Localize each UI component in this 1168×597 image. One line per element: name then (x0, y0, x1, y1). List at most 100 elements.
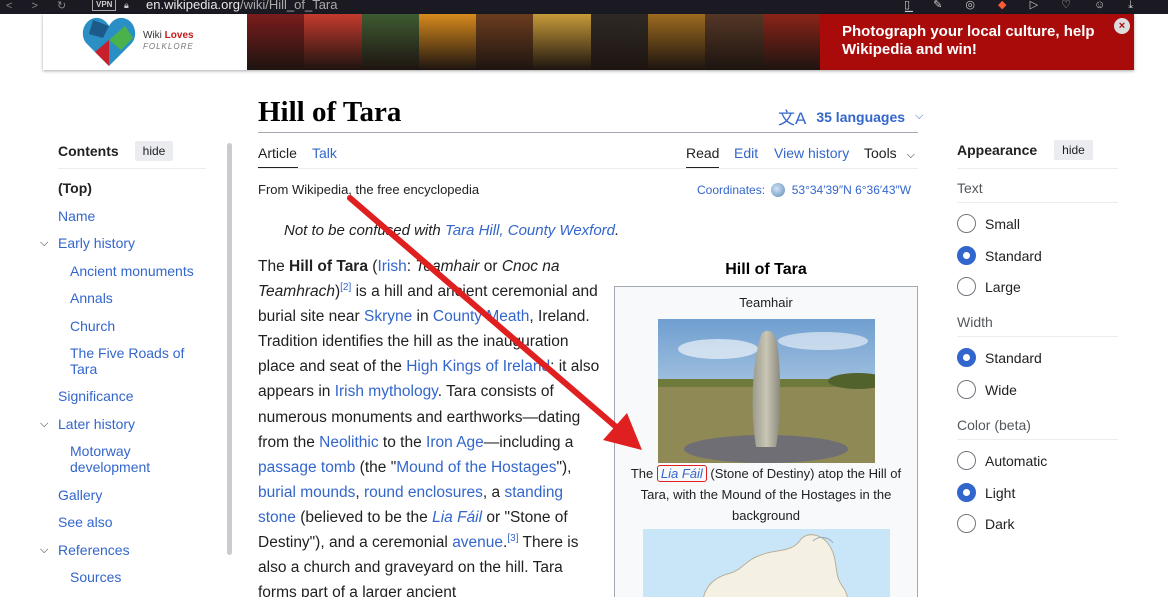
width-divider (957, 336, 1118, 337)
link-high-kings[interactable]: High Kings of Ireland (406, 358, 550, 375)
link-avenue[interactable]: avenue (452, 534, 503, 551)
appearance-title: Appearance (957, 142, 1038, 158)
toc-item-gallery[interactable]: Gallery (58, 487, 102, 503)
chevron-down-icon[interactable]: ⌵ (40, 235, 48, 251)
radio-width-standard[interactable]: Standard (957, 348, 1042, 367)
browser-nav-buttons[interactable]: < > ↻ (6, 0, 74, 12)
radio-text-small[interactable]: Small (957, 214, 1020, 233)
radio-color-light[interactable]: Light (957, 483, 1015, 502)
link-skryne[interactable]: Skryne (364, 308, 412, 325)
tab-read[interactable]: Read (686, 145, 719, 161)
banner-cta-text: Photograph your local culture, help Wiki… (842, 23, 1095, 58)
caption-prefix: The (630, 466, 657, 481)
toc-item-church[interactable]: Church (70, 318, 115, 334)
toc-item-name[interactable]: Name (58, 208, 95, 224)
toc-item-significance[interactable]: Significance (58, 388, 134, 404)
logo-wiki-text: Wiki (143, 30, 165, 41)
link-irish[interactable]: Irish (377, 258, 406, 275)
hatnote-text: Not to be confused with (284, 222, 445, 239)
banner-photo (247, 14, 305, 70)
url-domain: en.wikipedia.org (146, 0, 240, 12)
toc-item-references[interactable]: ⌵ References (40, 542, 130, 558)
vpn-badge[interactable]: VPN (92, 0, 117, 11)
hatnote-link[interactable]: Tara Hill, County Wexford (445, 222, 615, 239)
globe-icon[interactable] (771, 183, 786, 197)
radio-color-automatic[interactable]: Automatic (957, 451, 1047, 470)
radio-label: Large (985, 278, 1021, 295)
infobox-subtitle: Teamhair (739, 295, 793, 310)
appearance-divider (957, 168, 1118, 169)
toc-item-motorway-cont[interactable]: development (70, 459, 150, 475)
address-bar[interactable]: en.wikipedia.org/wiki/Hill_of_Tara (146, 0, 338, 12)
link-neolithic[interactable]: Neolithic (319, 434, 378, 451)
radio-button[interactable] (957, 451, 976, 470)
toc-item-sources[interactable]: Sources (70, 569, 121, 585)
toc-item-annals[interactable]: Annals (70, 290, 113, 306)
banner-cta[interactable]: Photograph your local culture, help Wiki… (820, 14, 1134, 70)
banner-photo (418, 14, 477, 70)
tools-menu[interactable]: Tools ⌵ (864, 145, 915, 162)
citation-3[interactable]: [3] (507, 533, 518, 544)
radio-button[interactable] (957, 514, 976, 533)
link-round-enclosures[interactable]: round enclosures (364, 484, 483, 501)
radio-color-dark[interactable]: Dark (957, 514, 1015, 533)
radio-text-large[interactable]: Large (957, 277, 1021, 296)
coordinates[interactable]: Coordinates: 53°34′39″N 6°36′43″W (697, 183, 911, 197)
lia-fail-photo[interactable] (658, 319, 875, 463)
radio-button-selected[interactable] (957, 246, 976, 265)
wiki-loves-folklore-logo: Wiki Loves FOLKLORE (43, 14, 247, 70)
link-mound-hostages[interactable]: Mound of the Hostages (396, 459, 556, 476)
chevron-down-icon[interactable]: ⌵ (40, 416, 48, 432)
radio-button[interactable] (957, 380, 976, 399)
banner-photo (304, 14, 362, 70)
toc-item-early-history[interactable]: ⌵ Early history (40, 235, 135, 251)
toc-item-label: References (58, 542, 130, 558)
radio-label: Dark (985, 515, 1015, 532)
language-button[interactable]: 文A 35 languages ⌵ (778, 104, 923, 129)
radio-button-selected[interactable] (957, 483, 976, 502)
toc-item-later-history[interactable]: ⌵ Later history (40, 416, 135, 432)
tabs-divider (258, 168, 918, 169)
lia-fail-link[interactable]: Lia Fáil (656, 465, 707, 482)
text-size-label: Text (957, 180, 983, 196)
campaign-banner[interactable]: Wiki Loves FOLKLORE Photograph your loca… (43, 14, 1134, 70)
link-passage-tomb[interactable]: passage tomb (258, 459, 355, 476)
infobox: Teamhair The Lia Fáil (Stone of Destiny)… (614, 286, 918, 597)
banner-photo-strip[interactable] (247, 14, 820, 70)
appearance-hide-button[interactable]: hide (1054, 140, 1093, 160)
toc-item-ancient-monuments[interactable]: Ancient monuments (70, 263, 194, 279)
banner-photo (533, 14, 591, 70)
toc-item-motorway[interactable]: Motorway (70, 443, 131, 459)
link-burial-mounds[interactable]: burial mounds (258, 484, 355, 501)
toc-scrollbar[interactable] (227, 143, 232, 555)
link-irish-mythology[interactable]: Irish mythology (335, 383, 438, 400)
radio-width-wide[interactable]: Wide (957, 380, 1017, 399)
radio-text-standard[interactable]: Standard (957, 246, 1042, 265)
location-map[interactable] (643, 529, 890, 597)
toc-item-top[interactable]: (Top) (58, 180, 92, 196)
link-iron-age[interactable]: Iron Age (426, 434, 484, 451)
lock-icon[interactable]: 🔒︎ (124, 0, 129, 11)
close-icon[interactable]: × (1114, 18, 1130, 34)
chevron-down-icon[interactable]: ⌵ (40, 542, 48, 558)
tab-view-history[interactable]: View history (774, 145, 849, 161)
tab-article[interactable]: Article (258, 145, 297, 161)
radio-button-selected[interactable] (957, 348, 976, 367)
shield-icon[interactable]: ◆ (998, 0, 1016, 11)
toc-item-five-roads[interactable]: The Five Roads of (70, 345, 184, 361)
banner-photo (648, 14, 706, 70)
hatnote: Not to be confused with Tara Hill, Count… (284, 222, 619, 239)
coordinates-value[interactable]: 53°34′39″N 6°36′43″W (792, 183, 911, 197)
tab-edit[interactable]: Edit (734, 145, 758, 161)
citation-2[interactable]: [2] (340, 282, 351, 293)
toc-item-five-roads-cont[interactable]: Tara (70, 361, 97, 377)
radio-button[interactable] (957, 214, 976, 233)
toc-item-see-also[interactable]: See also (58, 514, 112, 530)
link-county-meath[interactable]: County Meath (433, 308, 530, 325)
tab-talk[interactable]: Talk (312, 145, 337, 161)
radio-label: Standard (985, 349, 1042, 366)
radio-button[interactable] (957, 277, 976, 296)
coordinates-label[interactable]: Coordinates: (697, 183, 765, 197)
toc-hide-button[interactable]: hide (134, 141, 174, 161)
link-lia-fail[interactable]: Lia Fáil (432, 509, 482, 526)
